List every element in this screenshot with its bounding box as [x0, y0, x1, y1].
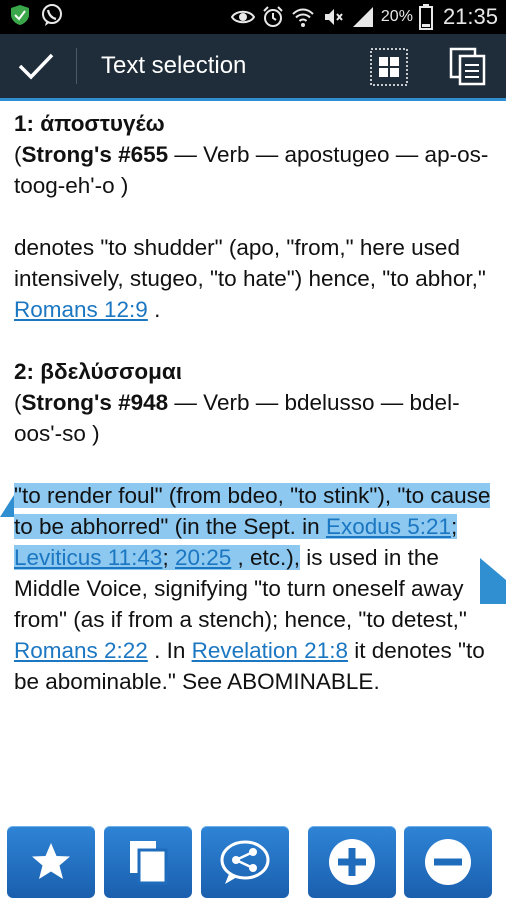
entry-2-definition: "to render foul" (from bdeo, "to stink")…	[14, 483, 491, 694]
selection-end-handle[interactable]	[480, 558, 506, 604]
status-right: 20% 21:35	[230, 0, 498, 34]
selection-start-handle[interactable]	[0, 495, 14, 517]
entry-1-heading: 1: άποστυγέω	[14, 111, 165, 136]
copy-icon[interactable]	[448, 46, 488, 86]
verse-20-25-link[interactable]: 20:25	[175, 545, 231, 570]
copy-icon	[130, 841, 168, 885]
status-bar: 20% 21:35	[0, 0, 506, 34]
copy-button[interactable]	[104, 826, 192, 898]
strongs-number: Strong's #948	[21, 390, 169, 415]
contextual-action-bar: Text selection	[0, 34, 506, 101]
romans-12-9-link[interactable]: Romans 12:9	[14, 297, 148, 322]
action-bar-title: Text selection	[101, 52, 247, 79]
revelation-21-8-link[interactable]: Revelation 21:8	[192, 638, 348, 663]
wifi-icon	[292, 8, 314, 27]
select-all-icon[interactable]	[370, 48, 408, 86]
mute-icon	[324, 9, 343, 25]
exodus-5-21-link[interactable]: Exodus 5:21	[326, 514, 451, 539]
bottom-toolbar	[0, 822, 506, 900]
check-icon[interactable]	[14, 48, 58, 84]
alarm-icon	[263, 6, 283, 27]
battery-percent: 20%	[380, 8, 413, 25]
status-clock: 21:35	[442, 4, 498, 29]
star-icon	[32, 843, 70, 879]
viber-icon	[42, 4, 62, 26]
share-button[interactable]	[201, 826, 289, 898]
shield-icon	[11, 5, 29, 25]
entry-2-heading: 2: βδελύσσομαι	[14, 359, 182, 384]
action-bar-divider	[76, 48, 77, 84]
battery-icon	[418, 4, 433, 30]
dictionary-content[interactable]: 1: άποστυγέω (Strong's #655 — Verb — apo…	[14, 108, 496, 697]
zoom-out-icon	[425, 839, 471, 885]
entry-1-strongs: (Strong's #655 — Verb — apostugeo — ap-o…	[14, 142, 489, 198]
entry-1-definition: denotes "to shudder" (apo, "from," here …	[14, 235, 486, 322]
share-icon	[220, 840, 270, 884]
zoom-in-icon	[329, 839, 375, 885]
leviticus-11-43-link[interactable]: Leviticus 11:43	[14, 545, 162, 570]
strongs-number: Strong's #655	[21, 142, 169, 167]
zoom-out-button[interactable]	[404, 826, 492, 898]
eye-icon	[230, 10, 255, 24]
status-left-icons	[8, 3, 64, 27]
romans-2-22-link[interactable]: Romans 2:22	[14, 638, 148, 663]
favorite-button[interactable]	[7, 826, 95, 898]
zoom-in-button[interactable]	[308, 826, 396, 898]
signal-icon	[352, 7, 373, 27]
entry-2-strongs: (Strong's #948 — Verb — bdelusso — bdel-…	[14, 390, 460, 446]
